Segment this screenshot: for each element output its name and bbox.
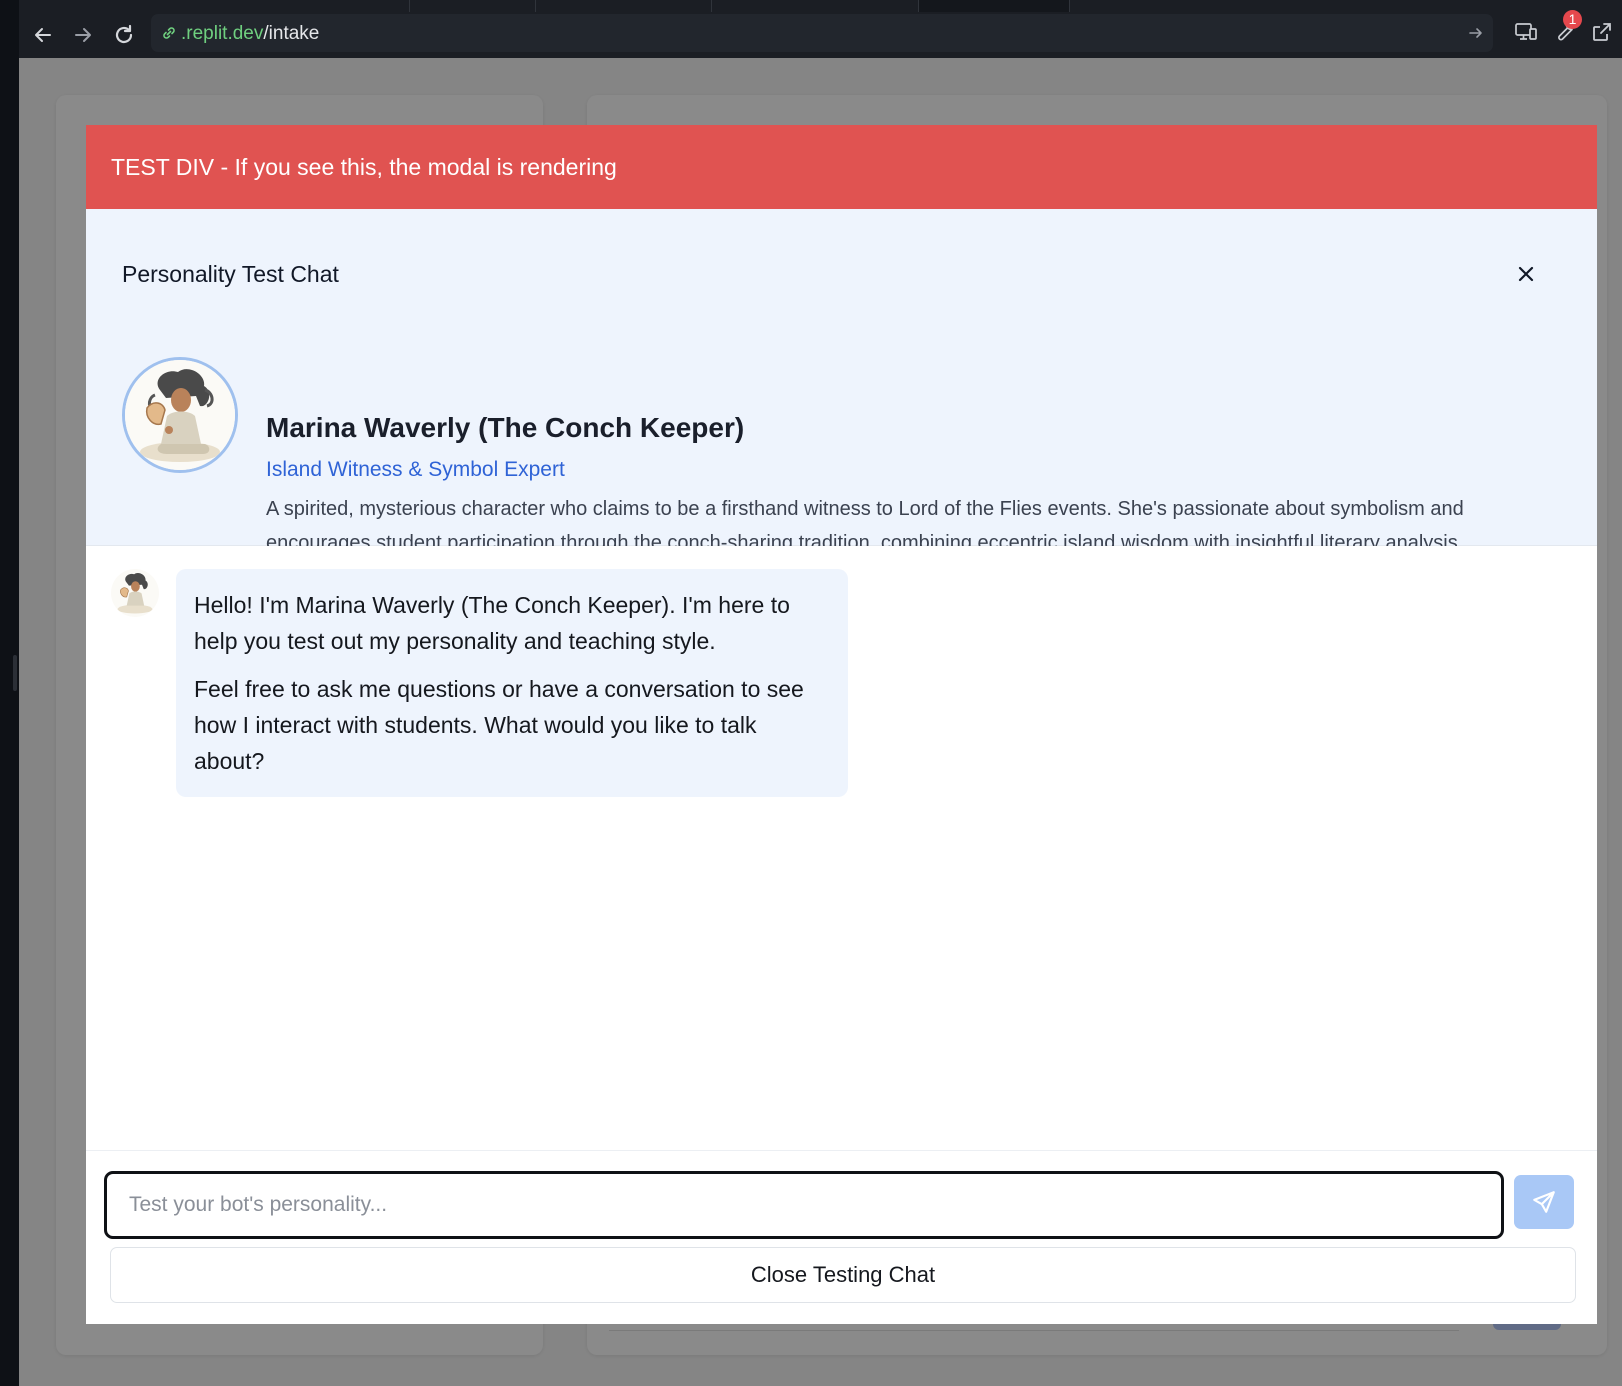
bot-name: Marina Waverly (The Conch Keeper) <box>266 412 745 443</box>
chat-input[interactable] <box>104 1171 1504 1239</box>
go-button[interactable] <box>1463 20 1489 46</box>
browser-tab[interactable] <box>919 0 1070 12</box>
devices-icon <box>1515 23 1537 40</box>
send-button[interactable] <box>1514 1175 1574 1229</box>
browser-tab[interactable] <box>712 0 919 12</box>
message-avatar <box>111 569 159 617</box>
bot-role: Island Witness & Symbol Expert <box>266 458 565 481</box>
close-testing-chat-button[interactable]: Close Testing Chat <box>110 1247 1576 1303</box>
browser-tab[interactable] <box>410 0 536 12</box>
address-bar[interactable]: .replit.dev/intake <box>151 14 1493 52</box>
chat-footer: Close Testing Chat <box>86 1150 1597 1324</box>
bot-message-bubble: Hello! I'm Marina Waverly (The Conch Kee… <box>176 569 848 797</box>
message-paragraph: Feel free to ask me questions or have a … <box>194 676 804 774</box>
reload-button[interactable] <box>108 19 140 51</box>
personality-test-modal: TEST DIV - If you see this, the modal is… <box>86 125 1597 1324</box>
modal-title: Personality Test Chat <box>122 261 339 287</box>
close-modal-button[interactable] <box>1509 257 1543 291</box>
external-link-icon <box>1593 23 1611 41</box>
bot-avatar <box>122 357 238 473</box>
arrow-right-small-icon <box>1469 28 1482 38</box>
character-portrait-icon <box>111 569 159 617</box>
character-portrait-icon <box>125 360 235 470</box>
ide-sidebar-strip <box>0 0 19 1386</box>
browser-toolbar: .replit.dev/intake <box>19 12 1622 58</box>
browser-tab[interactable] <box>536 0 712 12</box>
url-text: .replit.dev/intake <box>181 23 319 45</box>
arrow-left-icon <box>35 28 51 42</box>
forward-button[interactable] <box>67 19 99 51</box>
close-icon <box>1518 266 1534 282</box>
chat-messages[interactable]: Hello! I'm Marina Waverly (The Conch Kee… <box>86 546 1597 1151</box>
url-path: /intake <box>263 23 320 44</box>
tab-strip <box>19 0 1622 12</box>
modal-header: Personality Test Chat Marina Waverly (Th… <box>86 209 1597 554</box>
message-paragraph: Hello! I'm Marina Waverly (The Conch Kee… <box>194 592 790 654</box>
test-banner: TEST DIV - If you see this, the modal is… <box>86 125 1597 209</box>
reload-icon <box>115 24 133 44</box>
devices-button[interactable] <box>1512 18 1540 46</box>
browser-tab[interactable] <box>19 0 410 12</box>
url-domain: .replit.dev <box>181 23 264 44</box>
back-button[interactable] <box>27 19 59 51</box>
resize-handle[interactable] <box>13 655 17 691</box>
arrow-right-icon <box>75 28 91 42</box>
notification-badge: 1 <box>1563 10 1582 29</box>
send-icon <box>1533 1191 1555 1213</box>
browser-window: .replit.dev/intake 1 TEST DIV - If you s… <box>19 0 1622 1386</box>
link-icon <box>163 27 175 39</box>
open-external-button[interactable] <box>1588 18 1616 46</box>
